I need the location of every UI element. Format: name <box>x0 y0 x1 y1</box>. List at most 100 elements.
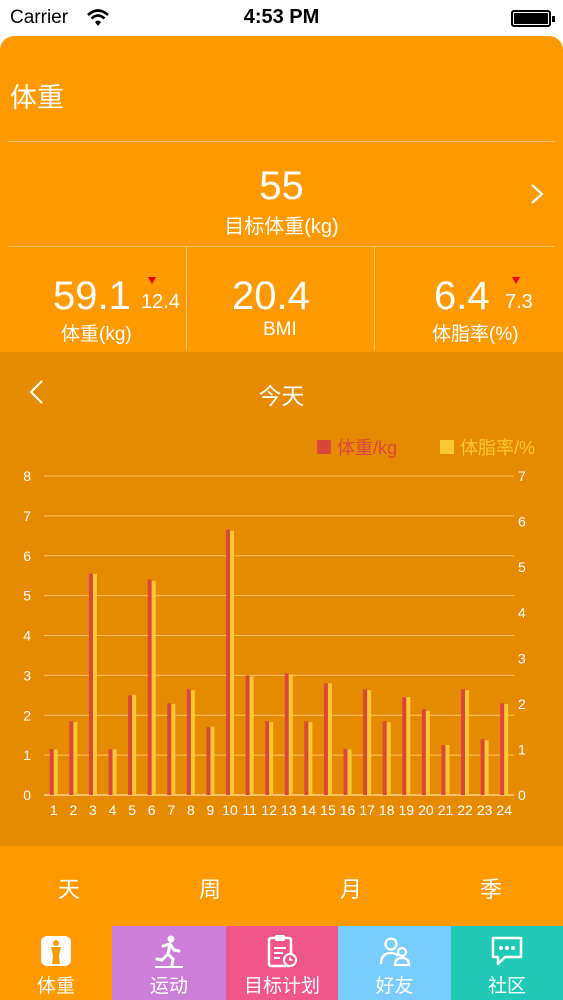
bar-bodyfat <box>308 722 313 795</box>
bar-weight <box>226 529 231 795</box>
battery-icon <box>511 10 555 27</box>
nav-goal-plan[interactable]: 目标计划 <box>226 926 338 1000</box>
x-tick-label: 7 <box>167 802 175 818</box>
x-tick-label: 18 <box>379 802 395 818</box>
bar-bodyfat <box>230 530 235 795</box>
running-icon <box>155 935 183 968</box>
x-tick-label: 22 <box>457 802 473 818</box>
nav-label: 好友 <box>375 976 414 997</box>
y-left-tick-label: 3 <box>23 667 31 683</box>
x-tick-label: 17 <box>359 802 375 818</box>
x-tick-label: 11 <box>242 802 257 818</box>
x-tick-label: 6 <box>148 802 156 818</box>
x-tick-label: 1 <box>50 802 58 818</box>
friends-icon <box>379 937 410 967</box>
target-weight-value: 55 <box>259 164 304 208</box>
chevron-right-icon[interactable] <box>530 183 544 205</box>
bar-bodyfat <box>171 703 176 795</box>
down-arrow-icon <box>148 277 156 284</box>
bar-weight <box>167 703 172 795</box>
bar-bodyfat <box>327 683 332 795</box>
bar-weight <box>402 697 407 795</box>
y-right-tick-label: 3 <box>518 650 526 666</box>
y-left-tick-label: 5 <box>23 588 31 604</box>
bodyfat-label: 体脂率(%) <box>432 324 519 345</box>
weight-scale-icon <box>41 936 71 966</box>
tab-week[interactable]: 周 <box>180 872 240 904</box>
bar-bodyfat <box>151 580 156 795</box>
nav-label: 体重 <box>36 976 75 997</box>
bar-bodyfat <box>367 690 372 795</box>
nav-weight[interactable]: 体重 <box>0 926 112 1000</box>
period-tabs: 天 周 月 季 <box>0 846 563 926</box>
tab-season[interactable]: 季 <box>461 872 521 904</box>
bar-bodyfat <box>425 710 430 795</box>
x-tick-label: 10 <box>222 802 238 818</box>
nav-exercise[interactable]: 运动 <box>112 926 226 1000</box>
y-right-tick-label: 0 <box>518 787 526 803</box>
x-tick-label: 14 <box>301 802 317 818</box>
bar-bodyfat <box>132 694 137 795</box>
bodyfat-change: 7.3 <box>505 291 533 313</box>
nav-label: 运动 <box>149 976 188 997</box>
nav-label: 社区 <box>487 976 526 997</box>
y-left-tick-label: 7 <box>23 508 31 524</box>
bar-bodyfat <box>504 703 509 795</box>
bar-bodyfat <box>249 676 254 795</box>
bar-weight <box>147 579 152 795</box>
bar-weight <box>206 727 211 795</box>
bodyfat-value: 6.4 <box>434 274 490 318</box>
bar-bodyfat <box>92 573 97 795</box>
nav-community[interactable]: 社区 <box>451 926 563 1000</box>
bar-weight <box>128 695 133 795</box>
bottom-nav: 体重 运动 目标计划 好友 社区 <box>0 926 563 1000</box>
tab-day[interactable]: 天 <box>39 872 99 904</box>
y-right-tick-label: 6 <box>518 514 526 530</box>
bar-weight <box>363 689 368 795</box>
tab-month[interactable]: 月 <box>321 872 381 904</box>
y-left-tick-label: 4 <box>23 628 31 644</box>
x-tick-label: 3 <box>89 802 97 818</box>
bar-bodyfat <box>445 744 450 795</box>
bar-weight <box>304 721 309 795</box>
divider <box>374 247 375 351</box>
bar-weight <box>500 703 505 795</box>
bar-bodyfat <box>347 749 352 795</box>
nav-friends[interactable]: 好友 <box>338 926 451 1000</box>
bar-weight <box>323 683 328 795</box>
down-arrow-icon <box>512 277 520 284</box>
weight-card: 体重 55 目标体重(kg) 59.1 12.4 体重(kg) 20.4 BMI… <box>0 36 563 926</box>
x-tick-label: 15 <box>320 802 336 818</box>
bar-weight <box>88 573 93 795</box>
bar-weight <box>480 739 485 795</box>
x-tick-label: 20 <box>418 802 434 818</box>
bar-weight <box>49 749 54 795</box>
bar-weight <box>284 673 289 795</box>
bar-chart: 012345678012345671 2 3 4 5 6 7 8 9 10 11 12 13 14 15 16… <box>23 468 526 818</box>
divider <box>8 141 555 142</box>
y-right-tick-label: 4 <box>518 605 526 621</box>
x-tick-label: 2 <box>69 802 77 818</box>
bar-bodyfat <box>406 697 411 795</box>
bar-weight <box>441 745 446 795</box>
bar-bodyfat <box>73 722 78 795</box>
x-tick-label: 16 <box>340 802 356 818</box>
x-tick-label: 24 <box>496 802 512 818</box>
x-tick-label: 8 <box>187 802 195 818</box>
x-tick-label: 21 <box>438 802 454 818</box>
x-tick-label: 13 <box>281 802 297 818</box>
weight-value: 59.1 <box>53 274 131 318</box>
bar-weight <box>245 675 250 795</box>
page-title: 体重 <box>10 83 64 113</box>
clipboard-icon <box>267 935 297 968</box>
bar-bodyfat <box>288 674 293 795</box>
x-tick-label: 4 <box>109 802 117 818</box>
bar-weight <box>343 749 348 795</box>
x-tick-label: 5 <box>128 802 136 818</box>
y-left-tick-label: 8 <box>23 468 31 484</box>
y-right-tick-label: 1 <box>518 741 526 757</box>
bar-bodyfat <box>53 749 58 795</box>
y-left-tick-label: 1 <box>23 747 31 763</box>
chat-icon <box>491 936 523 966</box>
bar-weight <box>108 749 113 795</box>
